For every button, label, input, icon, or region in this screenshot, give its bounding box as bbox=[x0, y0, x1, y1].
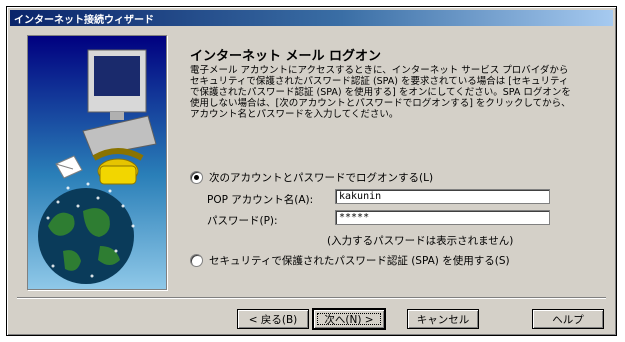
computer-phone-globe-illustration bbox=[28, 36, 166, 289]
next-button[interactable]: 次へ(N) > bbox=[313, 309, 385, 329]
account-name-input[interactable] bbox=[335, 189, 550, 204]
page-heading: インターネット メール ログオン bbox=[190, 49, 382, 64]
radio-spa[interactable] bbox=[190, 254, 203, 267]
option-spa[interactable]: セキュリティで保護されたパスワード認証 (SPA) を使用する(S) bbox=[190, 253, 510, 268]
title-bar[interactable]: インターネット接続ウィザード bbox=[10, 10, 613, 26]
option-account-password[interactable]: 次のアカウントとパスワードでログオンする(L) bbox=[190, 170, 433, 185]
account-name-label: POP アカウント名(A): bbox=[207, 194, 314, 206]
window-title: インターネット接続ウィザード bbox=[14, 15, 154, 26]
password-input[interactable] bbox=[335, 210, 550, 225]
back-button[interactable]: < 戻る(B) bbox=[237, 309, 309, 329]
globe-icon bbox=[38, 188, 134, 284]
option-spa-label: セキュリティで保護されたパスワード認証 (SPA) を使用する(S) bbox=[209, 255, 510, 267]
wizard-dialog: インターネット接続ウィザード インターネット メール ログオン 電子メール アカ… bbox=[6, 6, 617, 336]
radio-account-password[interactable] bbox=[190, 171, 203, 184]
password-label: パスワード(P): bbox=[207, 215, 278, 227]
page-description: 電子メール アカウントにアクセスするときに、インターネット サービス プロバイダ… bbox=[190, 65, 571, 120]
cancel-button[interactable]: キャンセル bbox=[407, 309, 479, 329]
wizard-illustration bbox=[27, 35, 167, 290]
password-note: (入力するパスワードは表示されません) bbox=[327, 235, 514, 247]
button-divider bbox=[17, 297, 606, 299]
option-account-password-label: 次のアカウントとパスワードでログオンする(L) bbox=[209, 172, 434, 184]
help-button[interactable]: ヘルプ bbox=[532, 309, 604, 329]
computer-icon bbox=[82, 49, 157, 157]
